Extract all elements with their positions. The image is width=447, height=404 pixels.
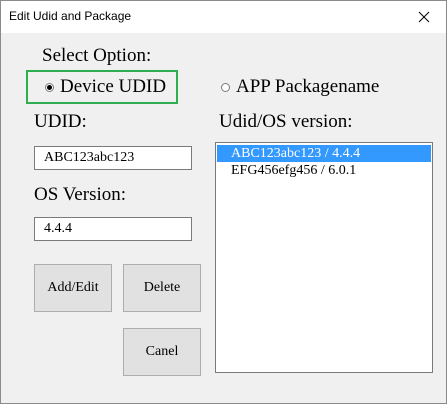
select-option-label: Select Option:: [42, 45, 152, 66]
radio-device-udid-label: Device UDID: [60, 76, 167, 97]
close-button[interactable]: [402, 1, 446, 33]
list-item-text: EFG456efg456 / 6.0.1: [231, 163, 357, 178]
udid-label: UDID:: [34, 111, 87, 132]
radio-app-packagename[interactable]: APP Packagename: [221, 76, 379, 98]
list-item[interactable]: ABC123abc123 / 4.4.4: [217, 145, 431, 162]
list-item-text: ABC123abc123 / 4.4.4: [231, 146, 361, 161]
edit-udid-dialog: Edit Udid and Package Select Option: Dev…: [0, 0, 447, 404]
udid-input[interactable]: [34, 146, 192, 170]
os-version-label: OS Version:: [34, 184, 127, 205]
cancel-button[interactable]: Canel: [123, 328, 201, 376]
add-edit-button[interactable]: Add/Edit: [34, 264, 112, 312]
radio-icon: [45, 82, 54, 92]
radio-device-udid[interactable]: Device UDID: [45, 76, 166, 98]
os-version-input[interactable]: [34, 217, 192, 241]
window-title: Edit Udid and Package: [9, 9, 132, 23]
udid-os-version-label: Udid/OS version:: [219, 111, 353, 132]
title-bar[interactable]: Edit Udid and Package: [1, 1, 446, 33]
delete-button[interactable]: Delete: [123, 264, 201, 312]
radio-icon: [221, 82, 230, 92]
close-icon: [418, 11, 430, 23]
radio-app-packagename-label: APP Packagename: [236, 76, 380, 97]
list-item[interactable]: EFG456efg456 / 6.0.1: [217, 162, 431, 179]
udid-os-listbox[interactable]: ABC123abc123 / 4.4.4 EFG456efg456 / 6.0.…: [215, 142, 433, 373]
